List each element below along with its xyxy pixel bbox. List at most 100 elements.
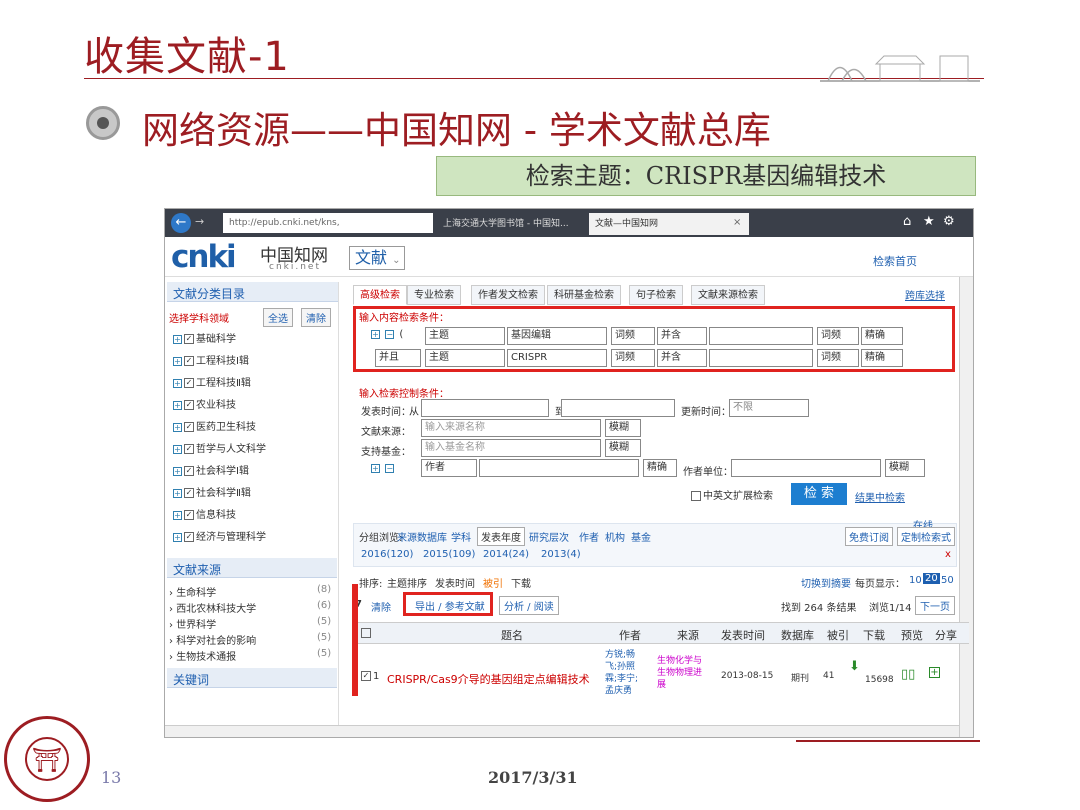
custom-button[interactable]: 定制检索式: [897, 527, 955, 546]
home-icon[interactable]: ⌂: [903, 214, 911, 229]
analyze-button[interactable]: 分析 / 阅读: [499, 596, 559, 615]
tab-cnki[interactable]: 文献—中国知网: [589, 213, 749, 235]
author-input[interactable]: [479, 459, 639, 477]
logic-select-1[interactable]: 并含: [657, 327, 707, 345]
col-author[interactable]: 作者: [619, 627, 641, 643]
db-select[interactable]: 文献 ⌄: [349, 246, 405, 270]
result-authors[interactable]: 方锐;畅飞;孙照霖;李宁;孟庆勇: [605, 649, 645, 697]
group-item[interactable]: 研究层次: [529, 529, 569, 544]
field-select-1[interactable]: 主题: [425, 327, 505, 345]
tab-sentence[interactable]: 句子检索: [629, 285, 683, 305]
author-add-icon[interactable]: + −: [371, 463, 396, 474]
catalog-header[interactable]: 文献分类目录: [167, 282, 338, 302]
download-icon[interactable]: ⬇: [849, 659, 860, 674]
op-select-2[interactable]: 并且: [375, 349, 421, 367]
field-item[interactable]: + ✓ 基础科学: [173, 330, 236, 345]
group-item[interactable]: 来源数据库: [397, 529, 447, 544]
source-item[interactable]: › 生命科学: [169, 584, 216, 599]
group-item[interactable]: 作者: [579, 529, 599, 544]
export-button[interactable]: 导出 / 参考文献: [415, 598, 485, 613]
tab-author[interactable]: 作者发文检索: [471, 285, 545, 305]
sort-cited[interactable]: 被引: [483, 575, 503, 590]
close-tab-icon[interactable]: ×: [733, 217, 741, 228]
field-item[interactable]: + ✓ 社会科学Ⅱ辑: [173, 484, 251, 499]
next-page-button[interactable]: 下一页: [915, 596, 955, 615]
tab-source[interactable]: 文献来源检索: [691, 285, 765, 305]
result-source[interactable]: 生物化学与生物物理进展: [657, 655, 709, 691]
group-item[interactable]: 学科: [451, 529, 471, 544]
col-date[interactable]: 发表时间: [721, 627, 765, 643]
preview-icon[interactable]: ▯▯: [901, 667, 915, 682]
forward-icon[interactable]: →: [195, 215, 204, 228]
search-button[interactable]: 检 索: [791, 483, 847, 505]
keyword-header[interactable]: 关键词: [167, 668, 337, 688]
sort-time[interactable]: 发表时间: [435, 575, 475, 590]
update-select[interactable]: 不限: [729, 399, 809, 417]
col-download[interactable]: 下载: [863, 627, 885, 643]
source-item[interactable]: › 西北农林科技大学: [169, 600, 256, 615]
add-row-icon[interactable]: + − (: [371, 329, 403, 340]
source-input[interactable]: 输入来源名称: [421, 419, 601, 437]
freq-select-2[interactable]: 词频: [611, 349, 655, 367]
year-item[interactable]: 2015(109): [423, 549, 475, 560]
source-item[interactable]: › 科学对社会的影响: [169, 632, 256, 647]
field-item[interactable]: + ✓ 社会科学Ⅰ辑: [173, 462, 249, 477]
col-title[interactable]: 题名: [501, 627, 523, 643]
logic-select-2[interactable]: 并含: [657, 349, 707, 367]
keyword-input-1[interactable]: 基因编辑: [507, 327, 607, 345]
match-select-1[interactable]: 精确: [861, 327, 903, 345]
star-icon[interactable]: ★: [923, 214, 935, 229]
sort-topic[interactable]: 主题排序: [387, 575, 427, 590]
field-item[interactable]: + ✓ 经济与管理科学: [173, 528, 266, 543]
fuzzy-select-3[interactable]: 模糊: [885, 459, 925, 477]
tab-advanced[interactable]: 高级检索: [353, 285, 407, 305]
to-date-input[interactable]: [561, 399, 675, 417]
col-preview[interactable]: 预览: [901, 627, 923, 643]
free-sub-button[interactable]: 免费订阅: [845, 527, 893, 546]
result-search-link[interactable]: 结果中检索: [855, 489, 905, 504]
horizontal-scrollbar[interactable]: [165, 725, 959, 737]
col-share[interactable]: 分享: [935, 627, 957, 643]
col-db[interactable]: 数据库: [781, 627, 814, 643]
col-cited[interactable]: 被引: [827, 627, 849, 643]
result-title-link[interactable]: CRISPR/Cas9介导的基因组定点编辑技术: [387, 671, 590, 687]
exact-select[interactable]: 精确: [643, 459, 677, 477]
fuzzy-select-1[interactable]: 模糊: [605, 419, 641, 437]
source-header[interactable]: 文献来源: [167, 558, 337, 578]
keyword-input-2[interactable]: CRISPR: [507, 349, 607, 367]
cross-db-link[interactable]: 跨库选择: [905, 287, 945, 302]
keyword-input-2b[interactable]: [709, 349, 813, 367]
per-page-10[interactable]: 10: [909, 575, 922, 586]
year-item[interactable]: 2013(4): [541, 549, 581, 560]
source-item[interactable]: › 生物技术通报: [169, 648, 236, 663]
field-select-2[interactable]: 主题: [425, 349, 505, 367]
tab-professional[interactable]: 专业检索: [407, 285, 461, 305]
freq2-select-2[interactable]: 词频: [817, 349, 859, 367]
year-item[interactable]: 2014(24): [483, 549, 529, 560]
field-item[interactable]: + ✓ 哲学与人文科学: [173, 440, 266, 455]
share-icon[interactable]: +: [929, 667, 940, 678]
field-item[interactable]: + ✓ 信息科技: [173, 506, 236, 521]
author-unit-input[interactable]: [731, 459, 881, 477]
per-page-50[interactable]: 50: [941, 575, 954, 586]
clear-button[interactable]: 清除: [301, 308, 331, 327]
fund-input[interactable]: 输入基金名称: [421, 439, 601, 457]
year-item[interactable]: 2016(120): [361, 549, 413, 560]
select-all-checkbox[interactable]: [361, 628, 371, 638]
back-icon[interactable]: ←: [171, 213, 191, 233]
gear-icon[interactable]: ⚙: [943, 214, 955, 229]
source-item[interactable]: › 世界科学: [169, 616, 216, 631]
switch-abstract[interactable]: 切换到摘要: [801, 575, 851, 590]
group-item[interactable]: 基金: [631, 529, 651, 544]
fuzzy-select-2[interactable]: 模糊: [605, 439, 641, 457]
scrollbar[interactable]: [959, 239, 973, 737]
field-item[interactable]: + ✓ 工程科技Ⅱ辑: [173, 374, 251, 389]
field-item[interactable]: + ✓ 农业科技: [173, 396, 236, 411]
select-all-button[interactable]: 全选: [263, 308, 293, 327]
result-cited[interactable]: 41: [823, 671, 834, 681]
tab-fund[interactable]: 科研基金检索: [547, 285, 621, 305]
keyword-input-1b[interactable]: [709, 327, 813, 345]
author-select[interactable]: 作者: [421, 459, 477, 477]
row-checkbox[interactable]: ✓ 1: [361, 671, 379, 682]
from-date-input[interactable]: [421, 399, 549, 417]
